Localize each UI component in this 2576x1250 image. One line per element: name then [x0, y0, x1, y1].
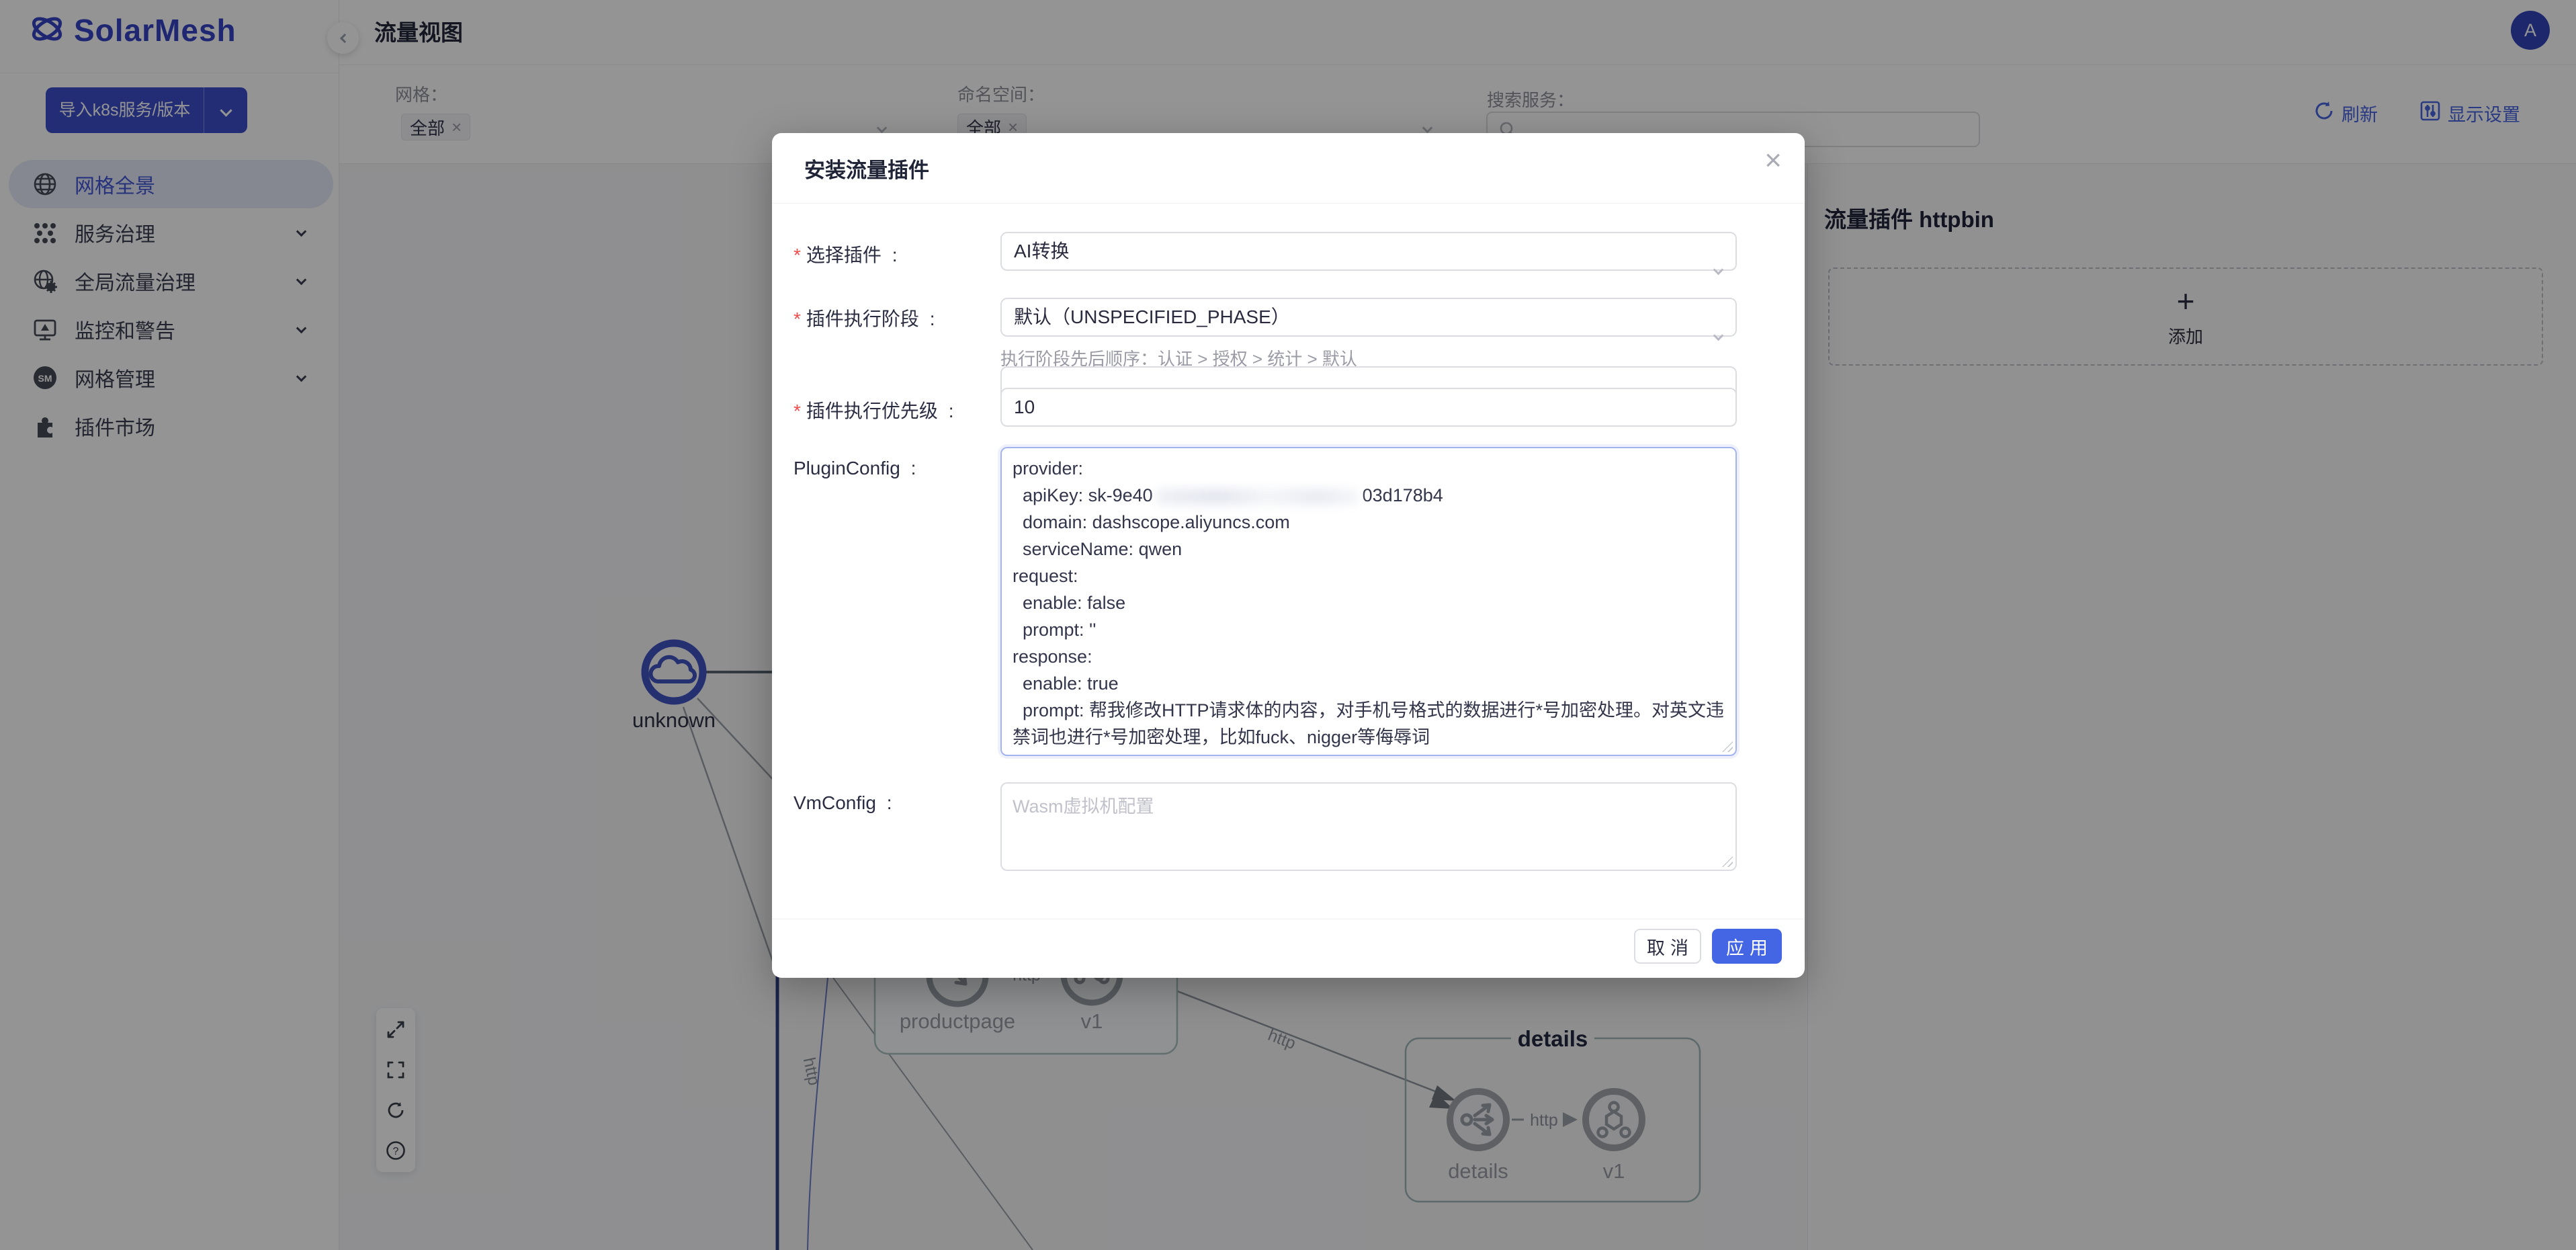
plugin-select[interactable]: AI转换	[1000, 232, 1737, 271]
required-asterisk: *	[793, 245, 801, 265]
install-plugin-modal: 安装流量插件 × *选择插件 /* placeholder to keep st…	[772, 133, 1805, 978]
phase-select[interactable]: 默认（UNSPECIFIED_PHASE）	[1000, 298, 1737, 337]
config-line: prompt: ''	[1013, 616, 1725, 643]
vm-config-label: VmConfig	[793, 792, 892, 814]
resize-handle-icon[interactable]	[1722, 856, 1733, 867]
cancel-button[interactable]: 取消	[1634, 929, 1701, 964]
required-asterisk: *	[793, 308, 801, 329]
config-line: enable: true	[1013, 670, 1725, 697]
phase-select-value: 默认（UNSPECIFIED_PHASE）	[1014, 306, 1290, 327]
vm-config-placeholder: Wasm虚拟机配置	[1013, 796, 1154, 817]
priority-value: 10	[1014, 397, 1035, 417]
config-line: provider:	[1013, 455, 1725, 482]
apply-button[interactable]: 应用	[1712, 929, 1782, 964]
plugin-select-label: *选择插件	[793, 241, 897, 267]
required-asterisk: *	[793, 401, 801, 421]
phase-order-hint: 执行阶段先后顺序：认证 > 授权 > 统计 > 默认	[1000, 345, 1357, 370]
config-line: enable: false	[1013, 589, 1725, 616]
config-line: domain: dashscope.aliyuncs.com	[1013, 509, 1725, 536]
plugin-select-value: AI转换	[1014, 241, 1069, 261]
redacted-api-key	[1157, 489, 1359, 505]
vm-config-textarea[interactable]: Wasm虚拟机配置	[1000, 782, 1737, 871]
priority-input-label: *插件执行优先级	[793, 397, 953, 423]
phase-select-label: *插件执行阶段	[793, 304, 935, 331]
plugin-config-textarea[interactable]: provider: apiKey: sk-9e4003d178b4 domain…	[1000, 447, 1737, 756]
modal-divider	[772, 203, 1805, 204]
modal-title: 安装流量插件	[804, 153, 929, 183]
config-line: request:	[1013, 562, 1725, 589]
chevron-down-icon	[1715, 249, 1722, 286]
priority-input[interactable]: 10	[1000, 388, 1737, 427]
config-line: response:	[1013, 643, 1725, 670]
chevron-down-icon	[1715, 315, 1722, 351]
plugin-config-label: PluginConfig	[793, 458, 916, 479]
close-icon[interactable]: ×	[1764, 144, 1782, 177]
config-line: serviceName: qwen	[1013, 536, 1725, 562]
config-line: apiKey: sk-9e4003d178b4	[1013, 482, 1725, 509]
config-line: prompt: 帮我修改HTTP请求体的内容，对手机号格式的数据进行*号加密处理…	[1013, 697, 1725, 751]
app-root: SolarMesh 导入k8s服务/版本 网格全景	[0, 0, 2576, 1250]
